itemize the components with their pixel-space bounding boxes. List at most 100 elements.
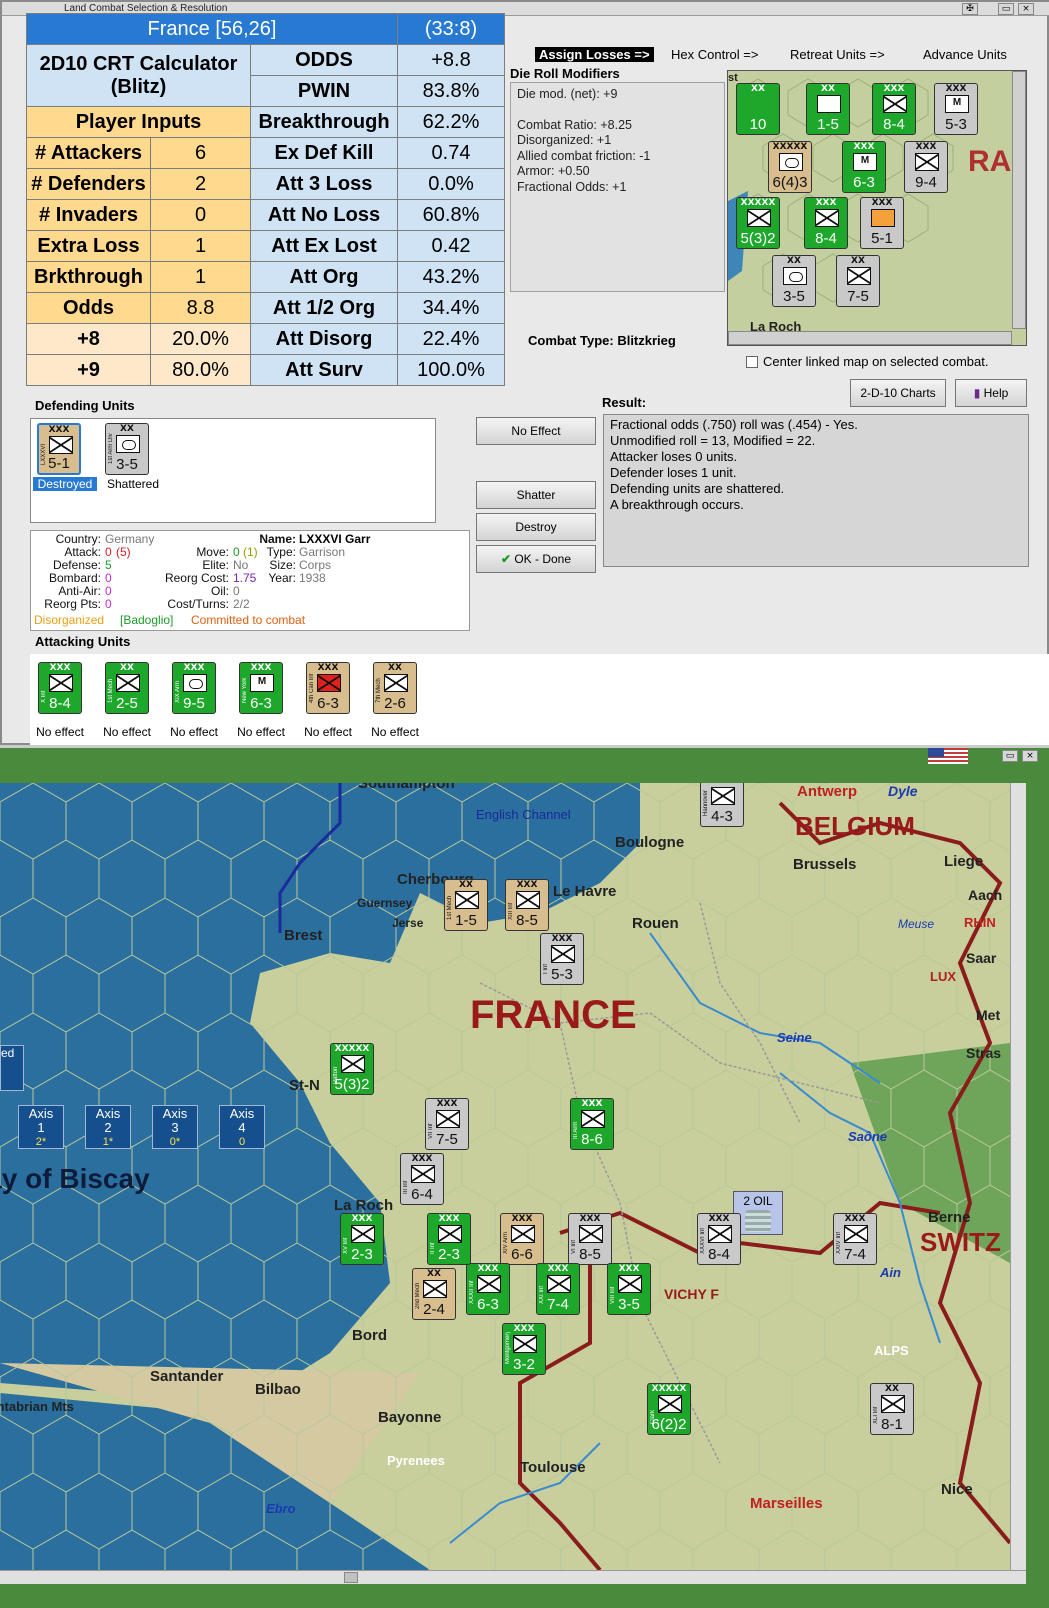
map-unit[interactable]: XX XLI Inf 8-1 [870, 1383, 914, 1435]
calc-right-value: 0.0% [397, 168, 505, 200]
input-value[interactable]: 1 [150, 261, 251, 293]
map-unit[interactable]: XXX II Inf 2-3 [427, 1213, 471, 1265]
europe-map[interactable]: Southampton English Channel Boulogne Ant… [0, 783, 1010, 1570]
map-unit[interactable]: XXX Montgomery 3-2 [502, 1323, 546, 1375]
input-value[interactable]: 8.8 [150, 292, 251, 324]
minimap-unit[interactable]: XX 1-5 [806, 83, 850, 135]
minimap-vscroll[interactable] [1012, 71, 1026, 329]
unit-symbol [779, 153, 803, 171]
unit-strength: 2-3 [438, 1246, 460, 1263]
result-line: Defending units are shattered. [610, 481, 785, 496]
unit-symbol-icon [618, 1275, 642, 1293]
minimap-unit[interactable]: XX 10 [736, 83, 780, 135]
input-value[interactable]: 0 [150, 199, 251, 231]
reorg-pts-value: 0 [105, 597, 112, 611]
map-unit[interactable]: XXX XIV Arm 6-6 [500, 1213, 544, 1265]
allied-box[interactable]: Allied [0, 1045, 24, 1091]
map-unit[interactable]: XXX VII Inf 7-5 [425, 1098, 469, 1150]
no-effect-button[interactable]: No Effect [476, 417, 596, 445]
minimap-unit[interactable]: XXXXX 5(3)2 [736, 197, 780, 249]
center-map-checkbox[interactable] [746, 356, 758, 368]
defending-unit[interactable]: XXX LXXXVI Garr 5-1 [37, 423, 81, 475]
minimap-unit[interactable]: XXX 5-1 [860, 197, 904, 249]
unit-size: XXX [915, 142, 937, 152]
attacking-unit[interactable]: XXX X Inf 8-4 [38, 662, 82, 714]
axis-box-1[interactable]: Axis 1 2* [18, 1105, 64, 1149]
die-roll-title: Die Roll Modifiers [510, 66, 620, 81]
shatter-button[interactable]: Shatter [476, 481, 596, 509]
step-hex-control[interactable]: Hex Control => [671, 47, 758, 62]
minimap-unit[interactable]: XX 3-5 [772, 255, 816, 307]
map-unit[interactable]: XX1st Mech Div1-5 [444, 879, 488, 931]
calc-heading: 2D10 CRT Calculator (Blitz) [26, 44, 251, 107]
map-unit[interactable]: XXX XXXII Inf 6-3 [466, 1263, 510, 1315]
crt-charts-button[interactable]: 2-D-10 Charts [850, 379, 946, 407]
map-unit[interactable]: XXX XXIV Inf 7-4 [833, 1213, 877, 1265]
axis-number: 2 [104, 1120, 112, 1135]
unit-strength: 3-5 [618, 1296, 640, 1313]
map-vscroll[interactable] [1010, 783, 1026, 1570]
map-hscroll-thumb[interactable] [344, 1572, 358, 1583]
input-value[interactable]: 6 [150, 137, 251, 169]
minimap-unit[interactable]: XXX 8-4 [804, 197, 848, 249]
minimize-button[interactable]: ▭ [998, 3, 1014, 15]
map-unit[interactable]: XXX I Inf 5-3 [540, 933, 584, 985]
unit-strength: 1-5 [455, 912, 477, 929]
map-unit[interactable]: XXX XIII Inf 8-5 [505, 879, 549, 931]
unit-symbol-icon [411, 1165, 435, 1183]
unit-symbol-icon [708, 1225, 732, 1243]
unit-strength: 8-5 [579, 1246, 601, 1263]
minimap-unit[interactable]: XXXXX 6(4)3 [768, 141, 812, 193]
unit-size: XXX [815, 198, 837, 208]
input-value[interactable]: 1 [150, 230, 251, 262]
defending-unit[interactable]: XX 1st Arm Div 3-5 [105, 423, 149, 475]
input-value[interactable]: 2 [150, 168, 251, 200]
minimap-hscroll[interactable] [728, 331, 1012, 345]
map-unit[interactable]: XXXXX Clark 6(2)2 [647, 1383, 691, 1435]
step-retreat-units[interactable]: Retreat Units => [790, 47, 885, 62]
axis-box-3[interactable]: Axis 3 0* [152, 1105, 198, 1149]
ok-done-button[interactable]: ✔ OK - Done [476, 545, 596, 573]
calc-right-value: 60.8% [397, 199, 505, 231]
axis-sub: 0 [238, 1136, 246, 1148]
attacking-unit[interactable]: XXX XIX Arm 9-5 [172, 662, 216, 714]
unit-strength: 8-6 [581, 1131, 603, 1148]
map-unit[interactable]: XXX III Arm 8-6 [570, 1098, 614, 1150]
destroy-button[interactable]: Destroy [476, 513, 596, 541]
map-minimize-button[interactable]: ▭ [1002, 750, 1018, 762]
map-unit[interactable]: XXXHannover Garr4-3 [700, 783, 744, 827]
attacking-unit[interactable]: XXXNew York6-3 [239, 662, 283, 714]
step-assign-losses[interactable]: Assign Losses => [535, 47, 654, 62]
unit-symbol-icon [183, 674, 207, 692]
map-unit[interactable]: XXXXX Patton 5(3)2 [330, 1043, 374, 1095]
city-la-rochelle: La Roch [334, 1197, 394, 1214]
map-unit[interactable]: XXX XV Inf 2-3 [340, 1213, 384, 1265]
help-button[interactable]: ▮ Help [955, 379, 1027, 407]
minimap-unit[interactable]: XXX 5-3 [934, 83, 978, 135]
attacking-unit[interactable]: XXX 4th Can Inf 6-3 [306, 662, 350, 714]
minimap-unit[interactable]: XX 7-5 [836, 255, 880, 307]
axis-box-4[interactable]: Axis 4 0 [219, 1105, 265, 1149]
attacking-unit[interactable]: XX1st Mech Div2-5 [105, 662, 149, 714]
unit-symbol-icon [341, 1055, 365, 1073]
minimap-unit[interactable]: XXX 9-4 [904, 141, 948, 193]
map-close-button[interactable]: × [1022, 750, 1038, 762]
map-unit[interactable]: XXX XXI Inf 7-4 [536, 1263, 580, 1315]
map-unit[interactable]: XX 2nd Mech 2-4 [412, 1268, 456, 1320]
minimap-unit[interactable]: XXX 6-3 [842, 141, 886, 193]
map-unit[interactable]: XXX VI Inf 8-5 [568, 1213, 612, 1265]
close-button[interactable]: × [1018, 3, 1034, 15]
status-leader: [Badoglio] [120, 613, 174, 627]
axis-box-2[interactable]: Axis 2 1* [85, 1105, 131, 1149]
map-unit[interactable]: XXX XXXVI Inf 8-4 [697, 1213, 741, 1265]
axis-label: Axis [162, 1106, 188, 1121]
unit-strength: 8-4 [49, 695, 71, 712]
attacking-unit[interactable]: XX7th Mech Div2-6 [373, 662, 417, 714]
map-hscroll[interactable] [0, 1570, 1026, 1584]
map-unit[interactable]: XXX III Inf 6-4 [400, 1153, 444, 1205]
step-advance-units[interactable]: Advance Units [923, 47, 1007, 62]
map-unit[interactable]: XXX VIII Inf 3-5 [607, 1263, 651, 1315]
city-bordeaux: Bord [352, 1327, 387, 1344]
linked-minimap[interactable]: RA La Roch st XX10 XX1-5 XXX8-4 XXX5-3 X… [727, 70, 1027, 346]
minimap-unit[interactable]: XXX 8-4 [872, 83, 916, 135]
